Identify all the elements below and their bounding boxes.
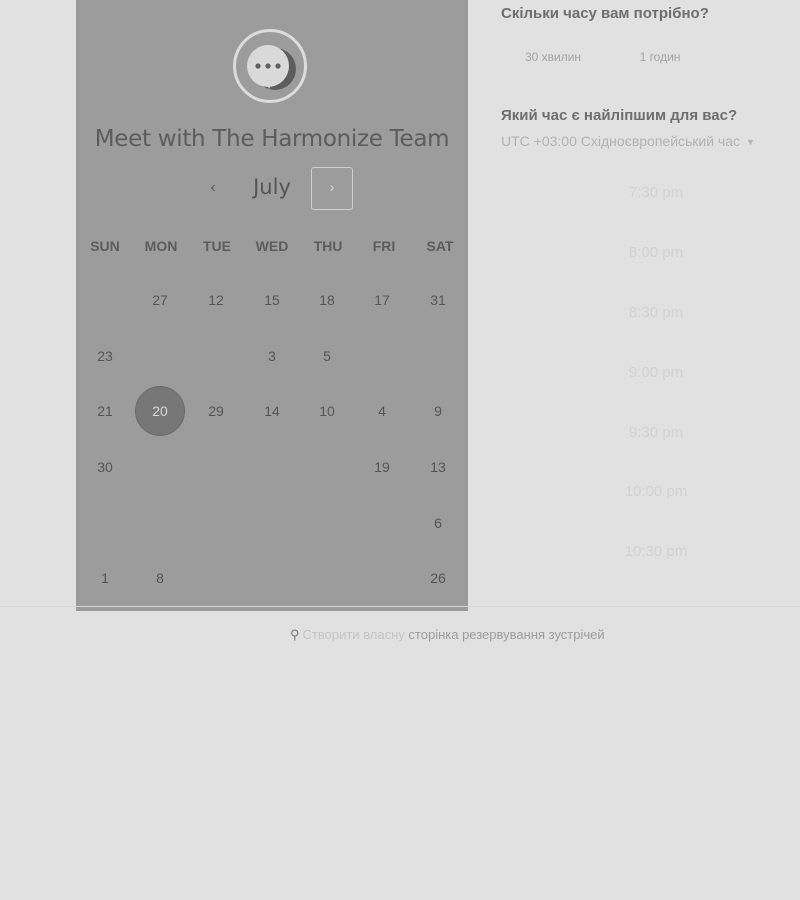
duration-option-60[interactable]: 1 годин bbox=[614, 44, 706, 70]
calendar-day[interactable]: 9 bbox=[413, 396, 463, 426]
timezone-label: UTC +03:00 Східноєвропейський час bbox=[501, 133, 741, 149]
time-slot-button[interactable]: 8:00 pm bbox=[511, 229, 800, 277]
footer-divider bbox=[0, 606, 800, 607]
time-question: Який час є найліпшим для вас? bbox=[501, 107, 738, 124]
calendar-day[interactable]: 29 bbox=[191, 396, 241, 426]
weekday-wed: WED bbox=[255, 238, 289, 254]
month-label: July bbox=[253, 175, 291, 199]
hubspot-sprocket-icon: ⚲ bbox=[290, 627, 300, 642]
calendar-day[interactable]: 13 bbox=[413, 452, 463, 482]
weekday-sun: SUN bbox=[90, 238, 120, 254]
time-slot-button[interactable]: 9:00 pm bbox=[511, 349, 800, 397]
calendar-day[interactable]: 6 bbox=[413, 508, 463, 538]
timezone-select[interactable]: UTC +03:00 Східноєвропейський час ▼ bbox=[501, 133, 755, 149]
calendar-day[interactable]: 21 bbox=[80, 396, 130, 426]
time-slot-button[interactable]: 10:30 pm bbox=[511, 528, 800, 576]
calendar-day[interactable]: 14 bbox=[247, 396, 297, 426]
calendar-day[interactable]: 17 bbox=[357, 285, 407, 315]
footer-link[interactable]: ⚲ Створити власну сторінка резервування з… bbox=[290, 627, 605, 643]
page-title: Meet with The Harmonize Team bbox=[94, 126, 450, 152]
calendar-day-selected[interactable]: 20 bbox=[135, 386, 185, 436]
time-slot-button[interactable]: 7:30 pm bbox=[511, 169, 800, 217]
weekday-thu: THU bbox=[313, 238, 343, 254]
footer-link-prefix: Створити власну bbox=[302, 627, 405, 642]
time-slot-button[interactable]: 8:30 pm bbox=[511, 289, 800, 337]
calendar-day[interactable]: 18 bbox=[302, 285, 352, 315]
calendar-panel: Meet with The Harmonize Team ‹ July › SU… bbox=[76, 0, 468, 611]
weekday-tue: TUE bbox=[203, 238, 231, 254]
weekday-fri: FRI bbox=[372, 238, 396, 254]
duration-question: Скільки часу вам потрібно? bbox=[501, 5, 709, 22]
calendar-day[interactable]: 1 bbox=[80, 563, 130, 593]
calendar-day[interactable]: 26 bbox=[413, 563, 463, 593]
calendar-day[interactable]: 15 bbox=[247, 285, 297, 315]
calendar-day[interactable]: 10 bbox=[302, 396, 352, 426]
calendar-day[interactable]: 5 bbox=[302, 341, 352, 371]
time-slot-button[interactable]: 9:30 pm bbox=[511, 409, 800, 457]
weekday-sat: SAT bbox=[426, 238, 454, 254]
duration-option-30[interactable]: 30 хвилин bbox=[500, 44, 606, 70]
calendar-day[interactable]: 4 bbox=[357, 396, 407, 426]
caret-down-icon: ▼ bbox=[746, 137, 755, 148]
team-avatar-icon bbox=[233, 29, 307, 103]
prev-month-button[interactable]: ‹ bbox=[203, 176, 223, 200]
next-month-button[interactable]: › bbox=[311, 167, 353, 210]
calendar-day[interactable]: 19 bbox=[357, 452, 407, 482]
calendar-day[interactable]: 23 bbox=[80, 341, 130, 371]
calendar-day[interactable]: 30 bbox=[80, 452, 130, 482]
calendar-day[interactable]: 27 bbox=[135, 285, 185, 315]
calendar-day[interactable]: 31 bbox=[413, 285, 463, 315]
calendar-day[interactable]: 8 bbox=[135, 563, 185, 593]
calendar-day[interactable]: 12 bbox=[191, 285, 241, 315]
calendar-day[interactable]: 3 bbox=[247, 341, 297, 371]
weekday-mon: MON bbox=[144, 238, 178, 254]
footer-link-rest: сторінка резервування зустрічей bbox=[408, 627, 605, 642]
time-slot-button[interactable]: 10:00 pm bbox=[511, 468, 800, 516]
